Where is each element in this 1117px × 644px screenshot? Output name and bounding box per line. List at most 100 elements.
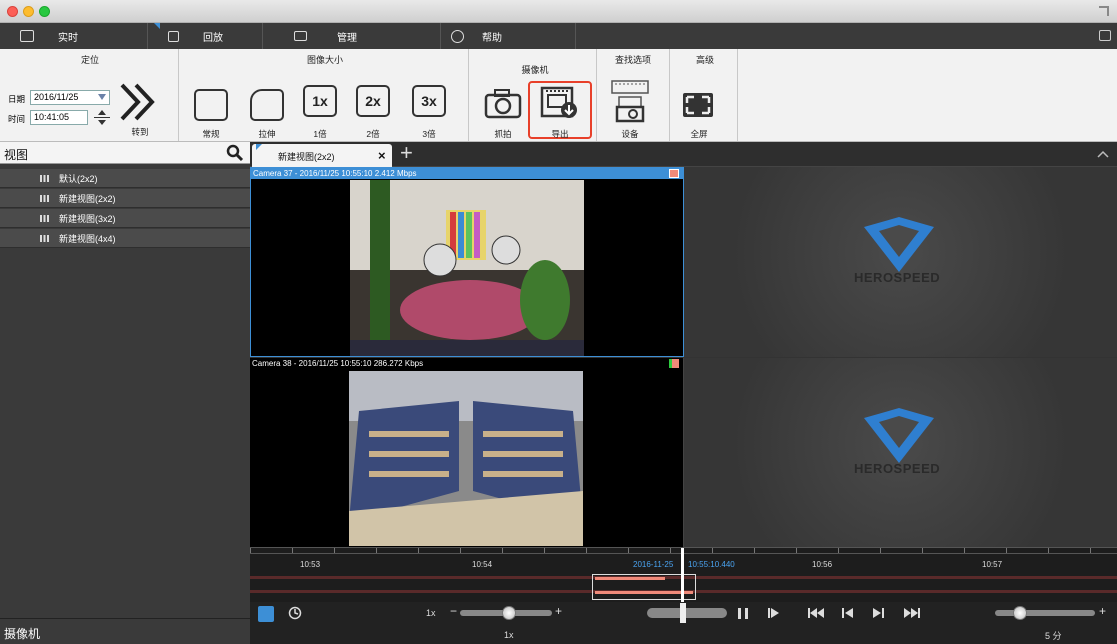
time-stepper[interactable]: [92, 109, 112, 126]
tab-help[interactable]: 帮助: [451, 23, 502, 49]
date-label: 日期: [8, 94, 26, 104]
dropdown-arrow-icon[interactable]: [98, 94, 106, 100]
sidebar-item-view[interactable]: 新建视图(4x4): [0, 229, 250, 248]
grid-icon: [40, 234, 49, 242]
fullscreen-icon[interactable]: [1099, 6, 1109, 16]
sidebar-item-view[interactable]: 新建视图(3x2): [0, 209, 250, 228]
add-view-icon[interactable]: +: [400, 140, 413, 166]
main-tab-bar: 实时 回放 管理 帮助: [0, 23, 1117, 49]
group-divider: [737, 49, 738, 141]
device-icon: [611, 80, 649, 123]
maximize-window-button[interactable]: [39, 6, 50, 17]
plus-icon[interactable]: +: [1099, 604, 1106, 618]
speed-label: 1x: [426, 608, 436, 618]
close-window-button[interactable]: [7, 6, 18, 17]
speed-slider-knob[interactable]: [502, 606, 516, 620]
video-cell-camera-37[interactable]: Camera 37 - 2016/11/25 10:55:10 2.412 Mb…: [250, 167, 684, 357]
speed-value: 1x: [504, 630, 514, 640]
minimize-window-button[interactable]: [23, 6, 34, 17]
zoom-3x-button[interactable]: 3x: [412, 85, 446, 117]
zoom-1x-icon: 1x: [312, 93, 328, 109]
previous-icon[interactable]: [842, 607, 854, 619]
zoom-1x-button[interactable]: 1x: [303, 85, 337, 117]
sidebar-header: 视图: [0, 142, 250, 164]
step-forward-icon[interactable]: [768, 607, 780, 619]
export-film-icon: [540, 86, 577, 118]
skip-to-end-icon[interactable]: [904, 607, 920, 619]
export-button[interactable]: [540, 86, 580, 120]
plus-icon[interactable]: +: [555, 604, 562, 618]
device-button[interactable]: [609, 79, 651, 123]
camera-label: Camera 37 - 2016/11/25 10:55:10 2.412 Mb…: [251, 168, 683, 179]
goto-button[interactable]: [118, 79, 162, 125]
stepper-up-icon[interactable]: [98, 110, 106, 115]
recording-segment: [595, 577, 665, 580]
camera-label: Camera 38 - 2016/11/25 10:55:10 286.272 …: [250, 358, 670, 369]
date-field[interactable]: 2016/11/25: [30, 90, 110, 105]
image-size-group-title: 图像大小: [306, 55, 343, 65]
view-tab[interactable]: 新建视图(2x2) ×: [252, 144, 392, 167]
views-sidebar: 视图 默认(2x2) 新建视图(2x2) 新建视图(3x2) 新建视图(4x4)…: [0, 142, 250, 644]
next-icon[interactable]: [872, 607, 884, 619]
sidebar-item-label: 默认(2x2): [59, 173, 98, 184]
sidebar-item-label: 新建视图(2x2): [59, 193, 116, 204]
zoom-2x-button[interactable]: 2x: [356, 85, 390, 117]
stepper-down-icon[interactable]: [98, 120, 106, 125]
grid-icon: [40, 214, 49, 222]
advanced-group-title: 高级: [695, 55, 714, 65]
sidebar-item-view[interactable]: 新建视图(2x2): [0, 189, 250, 208]
time-label: 时间: [8, 114, 26, 124]
exit-icon[interactable]: [1099, 30, 1111, 41]
normal-size-button[interactable]: [194, 89, 228, 121]
group-divider: [596, 49, 597, 141]
stretch-button[interactable]: [250, 89, 284, 121]
speed-slider[interactable]: − +: [450, 604, 562, 620]
fullscreen-button[interactable]: [683, 93, 713, 117]
skip-to-start-icon[interactable]: [808, 607, 824, 619]
jog-slider-handle[interactable]: [680, 603, 686, 623]
search-icon[interactable]: [226, 144, 244, 162]
chevron-up-icon[interactable]: [1097, 150, 1109, 158]
playback-timeline[interactable]: 10:53 10:54 10:56 10:57 2016-11-25 10:55…: [250, 547, 1117, 603]
sidebar-title: 视图: [4, 148, 29, 162]
window-titlebar: [0, 0, 1117, 23]
tab-live[interactable]: 实时: [20, 23, 78, 49]
herospeed-logo-text: HEROSPEED: [854, 270, 941, 285]
snapshot-button[interactable]: [483, 87, 523, 119]
recording-status-icon: [669, 359, 679, 368]
tab-divider: [262, 23, 263, 49]
view-tab-label: 新建视图(2x2): [278, 152, 335, 162]
minus-icon[interactable]: −: [450, 604, 457, 618]
tab-divider: [440, 23, 441, 49]
timeline-range-slider[interactable]: +: [995, 604, 1107, 620]
video-grid: Camera 37 - 2016/11/25 10:55:10 2.412 Mb…: [250, 167, 1117, 547]
sync-toggle-icon[interactable]: [258, 606, 274, 622]
tab-playback-label: 回放: [203, 32, 223, 44]
close-tab-icon[interactable]: ×: [378, 148, 386, 163]
tab-manage-label: 管理: [337, 32, 357, 44]
tab-playback[interactable]: 回放: [168, 23, 223, 49]
video-cell-empty[interactable]: HEROSPEED: [684, 358, 1117, 547]
jog-slider[interactable]: [647, 603, 727, 623]
monitor-icon: [20, 30, 34, 42]
search-options-group-title: 查找选项: [614, 55, 651, 65]
video-cell-empty[interactable]: HEROSPEED: [684, 167, 1117, 357]
playhead[interactable]: [681, 548, 684, 603]
tick-label: 10:53: [300, 560, 321, 569]
time-field[interactable]: 10:41:05: [30, 110, 88, 125]
stepper-divider: [94, 117, 110, 118]
clock-icon[interactable]: [288, 606, 302, 620]
playback-controls: 1x − + 1x + 5 分: [250, 602, 1117, 644]
camera-group-title: 摄像机: [521, 65, 549, 75]
tab-manage[interactable]: 管理: [294, 23, 357, 49]
range-slider-knob[interactable]: [1013, 606, 1027, 620]
herospeed-logo-icon: [864, 408, 934, 463]
pause-icon[interactable]: [738, 608, 748, 619]
cameras-section-title: 摄像机: [4, 627, 41, 641]
sidebar-footer[interactable]: 摄像机: [0, 618, 250, 644]
sidebar-item-view[interactable]: 默认(2x2): [0, 169, 250, 188]
video-cell-camera-38[interactable]: Camera 38 - 2016/11/25 10:55:10 286.272 …: [250, 358, 684, 547]
device-label: 设备: [621, 129, 639, 139]
stretch-label: 拉伸: [258, 129, 276, 139]
snapshot-label: 抓拍: [494, 129, 512, 139]
